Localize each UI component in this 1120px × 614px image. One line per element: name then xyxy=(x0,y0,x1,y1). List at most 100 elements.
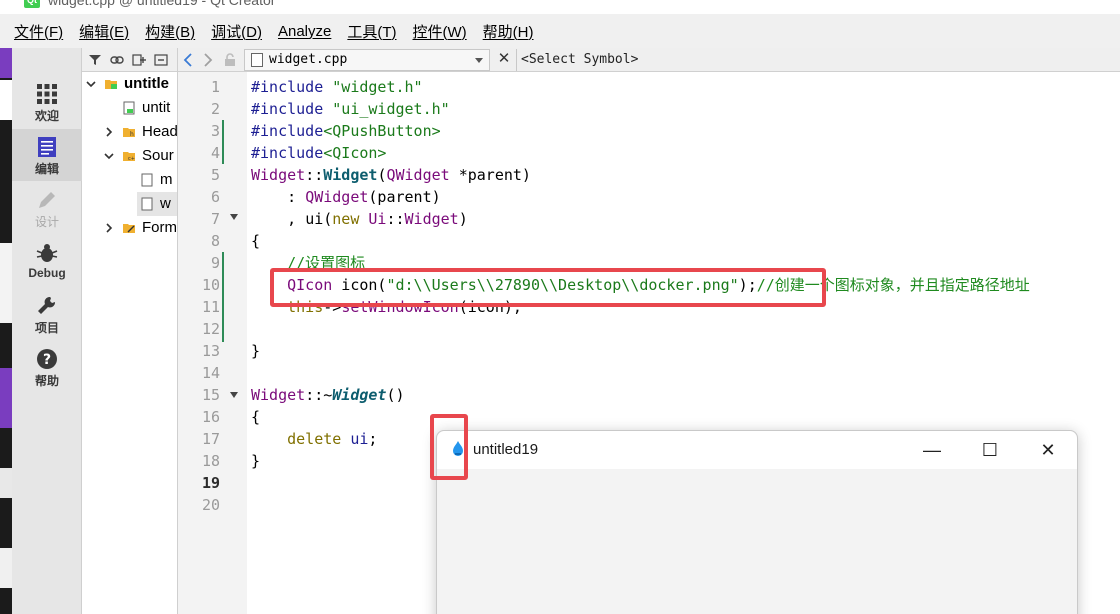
tree-item-sources[interactable]: c+ Sour xyxy=(104,144,174,168)
line-number-current: 19 xyxy=(201,474,220,492)
tree-item-main-cpp[interactable]: m xyxy=(140,168,173,192)
app-window-title-bar[interactable]: untitled19 — ☐ ✕ xyxy=(437,431,1077,469)
code-line-8: { xyxy=(251,230,260,252)
line-number: 17 xyxy=(201,430,220,448)
pencil-icon xyxy=(39,192,55,208)
code-token: Widget xyxy=(332,386,387,404)
folder-cpp-icon: c+ xyxy=(123,152,135,162)
menu-build[interactable]: 构建(B) xyxy=(145,21,195,42)
dropdown-arrow-icon xyxy=(475,58,483,63)
tree-item-widget-cpp[interactable]: w xyxy=(137,192,177,216)
mode-projects[interactable]: 项目 xyxy=(12,288,82,340)
code-line-1: #include "widget.h" xyxy=(251,76,423,98)
code-token: <QIcon> xyxy=(323,144,387,162)
code-token: QWidget xyxy=(305,188,369,206)
tree-item-label: Head xyxy=(142,123,178,140)
menu-analyze[interactable]: Analyze xyxy=(278,23,331,40)
file-icon xyxy=(123,101,135,115)
line-number: 4 xyxy=(210,144,220,162)
code-line-6: : QWidget(parent) xyxy=(251,186,441,208)
line-number: 13 xyxy=(201,342,220,360)
link-icon[interactable] xyxy=(110,53,124,67)
code-token: Ui xyxy=(368,210,387,228)
open-document-combo[interactable]: widget.cpp xyxy=(244,49,490,71)
symbol-combo[interactable]: <Select Symbol> xyxy=(516,49,1120,71)
tree-item-label: m xyxy=(160,171,173,188)
mode-help-label: 帮助 xyxy=(34,374,59,388)
code-token: #include xyxy=(251,122,324,140)
code-line-2: #include "ui_widget.h" xyxy=(251,98,450,120)
code-token: "ui_widget.h" xyxy=(332,100,450,118)
qt-project-icon xyxy=(105,80,117,89)
tree-item-project[interactable]: untitle xyxy=(86,72,169,96)
tree-toolbar xyxy=(82,48,177,72)
forward-arrow-icon[interactable] xyxy=(202,53,214,67)
code-token: (parent) xyxy=(368,188,441,206)
annotation-highlight-box xyxy=(430,414,468,480)
lock-icon[interactable] xyxy=(224,53,236,67)
code-token: : xyxy=(251,188,306,206)
code-token: delete xyxy=(287,430,342,448)
help-icon: ? xyxy=(37,349,57,369)
file-icon xyxy=(141,173,153,187)
open-document-name: widget.cpp xyxy=(269,52,348,67)
mode-debug[interactable]: Debug xyxy=(12,235,82,287)
filter-icon[interactable] xyxy=(88,53,102,67)
desktop-background-strip xyxy=(0,48,12,614)
menu-debug[interactable]: 调试(D) xyxy=(211,21,262,42)
maximize-button[interactable]: ☐ xyxy=(967,435,1013,465)
tree-item-label: untitle xyxy=(124,75,169,92)
code-token: { xyxy=(251,232,261,250)
code-line-13: } xyxy=(251,340,260,362)
mode-help[interactable]: ? 帮助 xyxy=(12,341,82,393)
fold-marker-icon[interactable] xyxy=(230,214,238,220)
minimize-button[interactable]: — xyxy=(909,435,955,465)
line-number: 9 xyxy=(210,254,220,272)
back-arrow-icon[interactable] xyxy=(182,53,194,67)
menu-help[interactable]: 帮助(H) xyxy=(483,21,534,42)
qt-creator-logo-icon: Qt xyxy=(24,0,40,8)
code-token: ui xyxy=(305,210,324,228)
app-window[interactable]: untitled19 — ☐ ✕ xyxy=(436,430,1078,614)
chevron-down-icon xyxy=(104,153,114,160)
menu-widgets[interactable]: 控件(W) xyxy=(413,21,467,42)
mode-edit[interactable]: 编辑 xyxy=(12,129,82,181)
code-line-15: Widget::~Widget() xyxy=(251,384,405,406)
tree-item-headers[interactable]: h Head xyxy=(104,120,178,144)
code-line-3: #include<QPushButton> xyxy=(251,120,441,142)
app-window-title: untitled19 xyxy=(473,441,539,458)
split-icon[interactable] xyxy=(132,53,146,67)
annotation-highlight-box xyxy=(270,268,826,307)
fold-marker-icon[interactable] xyxy=(230,392,238,398)
menu-edit[interactable]: 编辑(E) xyxy=(79,21,129,42)
code-line-4: #include<QIcon> xyxy=(251,142,386,164)
code-line-17: delete ui; xyxy=(251,428,377,450)
document-icon xyxy=(251,53,263,67)
close-panel-icon[interactable] xyxy=(154,53,168,67)
code-token: ui xyxy=(350,430,369,448)
window-title: widget.cpp @ untitled19 - Qt Creator xyxy=(48,0,276,8)
line-number: 1 xyxy=(210,78,220,96)
window-title-bar: Qt widget.cpp @ untitled19 - Qt Creator xyxy=(0,0,1120,14)
svg-text:?: ? xyxy=(43,352,51,368)
code-token: () xyxy=(386,386,405,404)
close-document-button[interactable]: ✕ xyxy=(496,51,512,67)
tree-item-pro-file[interactable]: untit xyxy=(122,96,170,120)
code-token: ( xyxy=(323,210,333,228)
mode-design[interactable]: 设计 xyxy=(12,182,82,234)
close-button[interactable]: ✕ xyxy=(1025,435,1071,465)
mode-welcome[interactable]: 欢迎 xyxy=(12,76,82,128)
tree-item-forms[interactable]: Form xyxy=(104,216,177,240)
code-line-16: { xyxy=(251,406,260,428)
chevron-right-icon xyxy=(106,223,113,233)
change-marker xyxy=(222,120,224,164)
menu-file[interactable]: 文件(F) xyxy=(14,21,63,42)
line-number: 16 xyxy=(201,408,220,426)
code-token: Widget xyxy=(251,166,306,184)
code-token: *parent) xyxy=(449,166,531,184)
menu-tools[interactable]: 工具(T) xyxy=(347,21,396,42)
line-number: 2 xyxy=(210,100,220,118)
change-marker xyxy=(222,252,224,342)
code-token: ::~ xyxy=(305,386,333,404)
